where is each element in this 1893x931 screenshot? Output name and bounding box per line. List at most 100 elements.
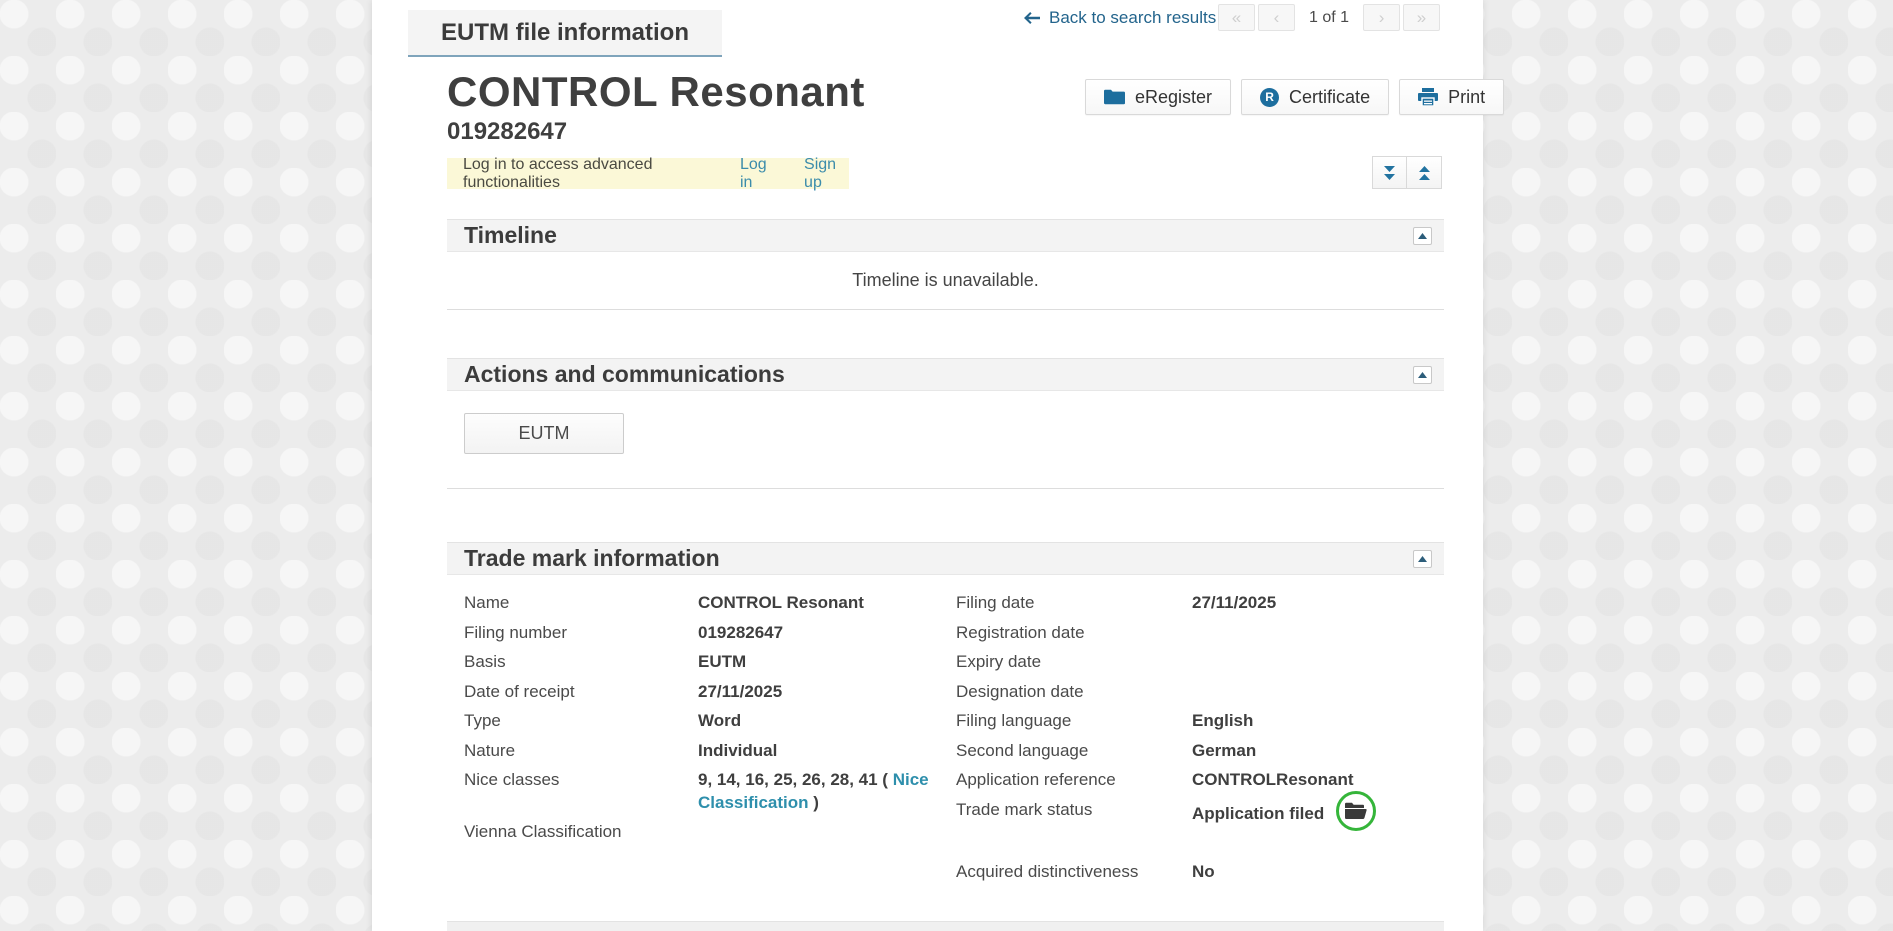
application-filed-status-icon	[1336, 791, 1376, 831]
field-row-type: Type Word	[464, 710, 954, 740]
field-label: Application reference	[956, 769, 1192, 790]
timeline-collapse-toggle[interactable]	[1413, 227, 1432, 245]
field-row-date-of-receipt: Date of receipt 27/11/2025	[464, 681, 954, 711]
back-to-search-results-link[interactable]: Back to search results	[1024, 8, 1216, 28]
field-value: Individual	[698, 740, 777, 763]
main-content-panel: EUTM file information Back to search res…	[372, 0, 1483, 931]
trademark-number: 019282647	[447, 118, 567, 146]
field-row-designation-date: Designation date	[956, 681, 1436, 711]
actions-section-body: EUTM	[447, 391, 1444, 489]
field-label: Basis	[464, 651, 698, 672]
triangle-up-icon	[1418, 233, 1427, 239]
expand-collapse-tools	[1372, 156, 1442, 189]
eutm-filter-tab[interactable]: EUTM	[464, 413, 624, 454]
field-label: Registration date	[956, 622, 1192, 643]
header-actions: eRegister R Certificate Print	[1085, 79, 1504, 115]
field-row-second-language: Second language German	[956, 740, 1436, 770]
timeline-section-body: Timeline is unavailable.	[447, 252, 1444, 310]
certificate-button-label: Certificate	[1289, 87, 1370, 108]
trademark-fields-left-column: Name CONTROL Resonant Filing number 0192…	[464, 592, 954, 850]
actions-section-header: Actions and communications	[447, 358, 1444, 391]
field-value: 019282647	[698, 622, 783, 645]
field-row-name: Name CONTROL Resonant	[464, 592, 954, 622]
signup-link[interactable]: Sign up	[804, 156, 849, 192]
back-link-label: Back to search results	[1049, 8, 1216, 28]
field-label: Name	[464, 592, 698, 613]
field-row-nature: Nature Individual	[464, 740, 954, 770]
timeline-section-title: Timeline	[464, 222, 557, 249]
back-arrow-icon	[1024, 12, 1040, 24]
field-value: Word	[698, 710, 741, 733]
eregister-button[interactable]: eRegister	[1085, 79, 1231, 115]
field-row-acquired-distinctiveness: Acquired distinctiveness No	[956, 861, 1436, 891]
certificate-button[interactable]: R Certificate	[1241, 79, 1389, 115]
nice-classes-suffix: )	[809, 793, 819, 812]
eregister-button-label: eRegister	[1135, 87, 1212, 108]
field-value: 27/11/2025	[1192, 592, 1276, 615]
field-row-filing-language: Filing language English	[956, 710, 1436, 740]
next-result-button[interactable]: ›	[1363, 4, 1400, 31]
field-row-expiry-date: Expiry date	[956, 651, 1436, 681]
timeline-section-header: Timeline	[447, 219, 1444, 252]
collapse-all-button[interactable]	[1407, 156, 1442, 189]
field-value: CONTROL Resonant	[698, 592, 864, 615]
login-link[interactable]: Log in	[740, 156, 776, 192]
timeline-empty-message: Timeline is unavailable.	[852, 270, 1038, 291]
field-label: Filing language	[956, 710, 1192, 731]
field-label: Filing date	[956, 592, 1192, 613]
actions-collapse-toggle[interactable]	[1413, 366, 1432, 384]
expand-all-button[interactable]	[1372, 156, 1407, 189]
folder-icon	[1104, 89, 1125, 105]
print-button[interactable]: Print	[1399, 79, 1504, 115]
trademark-title: CONTROL Resonant	[447, 68, 865, 116]
field-label: Date of receipt	[464, 681, 698, 702]
actions-section-title: Actions and communications	[464, 361, 785, 388]
status-text: Application filed	[1192, 803, 1324, 826]
eutm-file-page: { "tab": { "label": "EUTM file informati…	[0, 0, 1893, 931]
result-pagination: « ‹ 1 of 1 › »	[1218, 4, 1443, 31]
trademark-fields-right-column: Filing date 27/11/2025 Registration date…	[956, 592, 1436, 890]
field-row-filing-date: Filing date 27/11/2025	[956, 592, 1436, 622]
field-value: Application filed	[1192, 799, 1376, 831]
trademark-collapse-toggle[interactable]	[1413, 550, 1432, 568]
next-section-header-partial	[447, 921, 1444, 931]
field-label: Nice classes	[464, 769, 698, 790]
field-row-filing-number: Filing number 019282647	[464, 622, 954, 652]
last-result-button[interactable]: »	[1403, 4, 1440, 31]
registered-mark-icon: R	[1260, 88, 1279, 107]
field-label: Vienna Classification	[464, 821, 698, 842]
field-row-basis: Basis EUTM	[464, 651, 954, 681]
field-row-registration-date: Registration date	[956, 622, 1436, 652]
login-banner: Log in to access advanced functionalitie…	[447, 158, 849, 189]
print-button-label: Print	[1448, 87, 1485, 108]
triangle-up-icon	[1418, 556, 1427, 562]
trademark-section-header: Trade mark information	[447, 542, 1444, 575]
field-label: Designation date	[956, 681, 1192, 702]
login-banner-message: Log in to access advanced functionalitie…	[463, 156, 704, 192]
field-label: Acquired distinctiveness	[956, 861, 1192, 882]
field-value: 9, 14, 16, 25, 26, 28, 41 ( Nice Classif…	[698, 769, 950, 815]
triangle-up-icon	[1418, 372, 1427, 378]
field-label: Type	[464, 710, 698, 731]
nice-classes-numbers: 9, 14, 16, 25, 26, 28, 41 (	[698, 770, 893, 789]
double-chevron-up-icon	[1417, 165, 1432, 181]
first-result-button[interactable]: «	[1218, 4, 1255, 31]
field-row-vienna-classification: Vienna Classification	[464, 821, 954, 851]
field-row-nice-classes: Nice classes 9, 14, 16, 25, 26, 28, 41 (…	[464, 769, 954, 815]
field-value: CONTROLResonant	[1192, 769, 1354, 792]
field-value: EUTM	[698, 651, 746, 674]
field-label: Nature	[464, 740, 698, 761]
trademark-section-body: Name CONTROL Resonant Filing number 0192…	[447, 576, 1444, 921]
field-value: German	[1192, 740, 1256, 763]
field-value: 27/11/2025	[698, 681, 782, 704]
field-value: No	[1192, 861, 1215, 884]
trademark-section-title: Trade mark information	[464, 545, 720, 572]
printer-icon	[1418, 88, 1438, 106]
tab-eutm-file-information[interactable]: EUTM file information	[408, 10, 722, 57]
field-row-trade-mark-status: Trade mark status Application filed	[956, 799, 1436, 831]
previous-result-button[interactable]: ‹	[1258, 4, 1295, 31]
pagination-label: 1 of 1	[1309, 9, 1349, 27]
field-value: English	[1192, 710, 1253, 733]
field-label: Second language	[956, 740, 1192, 761]
field-label: Trade mark status	[956, 799, 1192, 820]
